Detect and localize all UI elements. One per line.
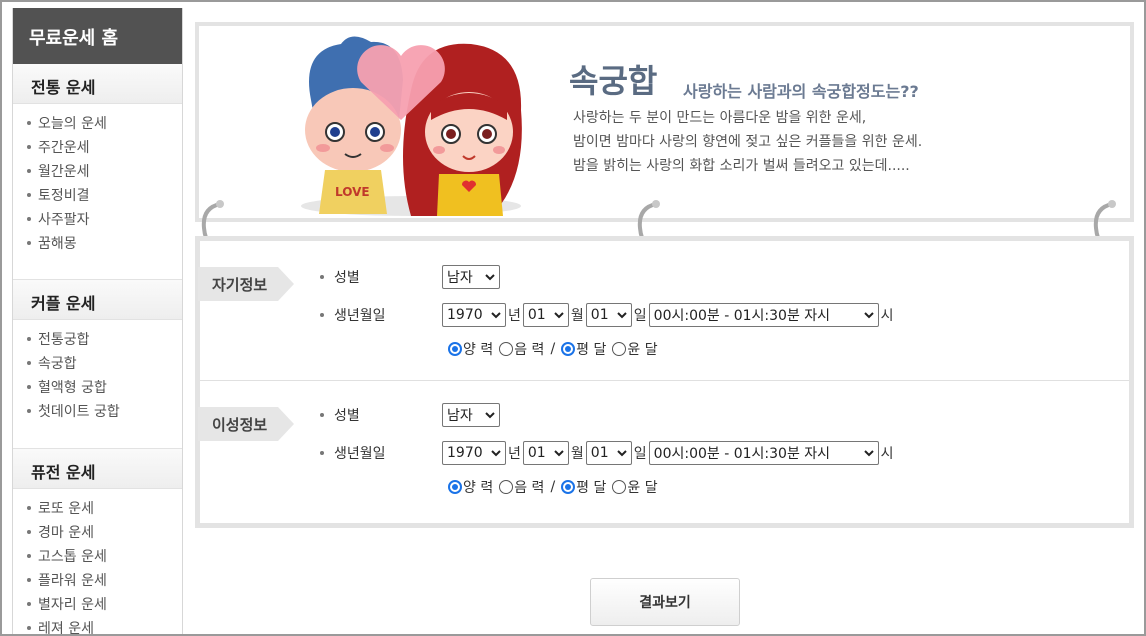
birth-label: 생년월일 [334, 446, 386, 462]
sidebar: 무료운세 홈 전통 운세 오늘의 운세 주간운세 월간운세 토정비결 사주팔자 … [12, 8, 183, 634]
partner-info-tag: 이성정보 [198, 407, 296, 441]
partner-gender-select[interactable]: 남자 [442, 403, 500, 427]
chevron-down-icon [491, 450, 501, 457]
banner-description-line: 사랑하는 두 분이 만드는 아름다운 밤을 위한 운세, [573, 110, 867, 126]
chevron-down-icon [863, 450, 874, 457]
partner-gender-row: 성별 남자 [320, 403, 500, 427]
compatibility-form: 자기정보 성별 남자 생년월일 1970 년 01 월 01 일 00시:00분… [195, 236, 1134, 528]
banner: LOVE 속궁합 사랑하는 사람과의 속궁합정도는?? 사랑하는 두 분이 만드… [195, 22, 1134, 222]
banner-description-line: 밤이면 밤마다 사랑의 향연에 젖고 싶은 커플들을 위한 운세. [573, 134, 923, 150]
category-title-traditional: 전통 운세 [13, 64, 182, 104]
partner-day-select[interactable]: 01 [585, 441, 632, 465]
self-gender-row: 성별 남자 [320, 265, 500, 289]
sidebar-item[interactable]: 속궁합 [27, 351, 182, 375]
partner-lunar-radio[interactable] [499, 480, 514, 494]
couple-mascot-illustration: LOVE [301, 36, 522, 216]
sidebar-item[interactable]: 월간운세 [27, 159, 182, 183]
self-gender-select[interactable]: 남자 [442, 265, 500, 289]
banner-title: 속궁합 [569, 62, 658, 100]
category-list-couple: 전통궁합 속궁합 혈액형 궁합 첫데이트 궁합 [13, 320, 182, 448]
sidebar-item[interactable]: 주간운세 [27, 135, 182, 159]
banner-description-line: 밤을 밝히는 사랑의 화합 소리가 벌써 들려오고 있는데..... [573, 158, 910, 174]
partner-normal-month-radio[interactable] [561, 480, 576, 494]
self-info-section: 자기정보 성별 남자 생년월일 1970 년 01 월 01 일 00시:00분… [198, 241, 1129, 381]
self-info-tag: 자기정보 [198, 267, 296, 301]
partner-solar-radio[interactable] [448, 480, 462, 494]
chevron-down-icon [617, 312, 627, 319]
chevron-down-icon [617, 450, 627, 457]
category-title-couple: 커플 운세 [13, 280, 182, 320]
partner-calendar-row: 양 력 음 력 / 평 달 윤 달 [448, 477, 664, 497]
sidebar-item[interactable]: 혈액형 궁합 [27, 375, 182, 399]
partner-leap-month-radio[interactable] [612, 480, 627, 494]
sidebar-item[interactable]: 전통궁합 [27, 327, 182, 351]
partner-birth-row: 생년월일 1970 년 01 월 01 일 00시:00분 - 01시:30분 … [320, 441, 896, 465]
sidebar-item[interactable]: 로또 운세 [27, 496, 182, 520]
sidebar-item[interactable]: 플라워 운세 [27, 568, 182, 592]
chevron-down-icon [554, 312, 564, 319]
self-solar-radio[interactable] [448, 342, 462, 356]
sidebar-item[interactable]: 고스톱 운세 [27, 544, 182, 568]
category-title-fusion: 퓨전 운세 [13, 449, 182, 489]
gender-label: 성별 [334, 408, 360, 424]
form-inner: 자기정보 성별 남자 생년월일 1970 년 01 월 01 일 00시:00분… [198, 241, 1129, 523]
sidebar-item[interactable]: 토정비결 [27, 183, 182, 207]
self-month-select[interactable]: 01 [522, 303, 569, 327]
sidebar-item[interactable]: 오늘의 운세 [27, 111, 182, 135]
love-shirt-text: LOVE [335, 185, 370, 199]
category-list-traditional: 오늘의 운세 주간운세 월간운세 토정비결 사주팔자 꿈해몽 [13, 104, 182, 279]
partner-month-select[interactable]: 01 [522, 441, 569, 465]
self-hour-select[interactable]: 00시:00분 - 01시:30분 자시 [648, 303, 879, 327]
self-year-select[interactable]: 1970 [442, 303, 506, 327]
page-frame: 무료운세 홈 전통 운세 오늘의 운세 주간운세 월간운세 토정비결 사주팔자 … [0, 0, 1146, 636]
chevron-down-icon [491, 312, 501, 319]
sidebar-item[interactable]: 별자리 운세 [27, 592, 182, 616]
banner-description: 사랑하는 두 분이 만드는 아름다운 밤을 위한 운세, 밤이면 밤마다 사랑의… [573, 106, 922, 178]
result-button[interactable]: 결과보기 [590, 578, 740, 626]
self-birth-row: 생년월일 1970 년 01 월 01 일 00시:00분 - 01시:30분 … [320, 303, 896, 327]
birth-label: 생년월일 [334, 308, 386, 324]
banner-inner: LOVE 속궁합 사랑하는 사람과의 속궁합정도는?? 사랑하는 두 분이 만드… [199, 26, 1130, 218]
sidebar-item[interactable]: 레져 운세 [27, 616, 182, 634]
self-normal-month-radio[interactable] [561, 342, 576, 356]
partner-info-section: 이성정보 성별 남자 생년월일 1970 년 01 월 01 일 00시:00분… [198, 381, 1129, 523]
chevron-down-icon [485, 412, 495, 419]
gender-label: 성별 [334, 270, 360, 286]
self-day-select[interactable]: 01 [585, 303, 632, 327]
sidebar-item[interactable]: 사주팔자 [27, 207, 182, 231]
partner-year-select[interactable]: 1970 [442, 441, 506, 465]
self-calendar-row: 양 력 음 력 / 평 달 윤 달 [448, 339, 664, 359]
chevron-down-icon [554, 450, 564, 457]
self-lunar-radio[interactable] [499, 342, 514, 356]
sidebar-item[interactable]: 꿈해몽 [27, 231, 182, 255]
chevron-down-icon [485, 274, 495, 281]
partner-hour-select[interactable]: 00시:00분 - 01시:30분 자시 [648, 441, 879, 465]
category-list-fusion: 로또 운세 경마 운세 고스톱 운세 플라워 운세 별자리 운세 레져 운세 [13, 489, 182, 634]
banner-subtitle: 사랑하는 사람과의 속궁합정도는?? [683, 82, 919, 101]
sidebar-home-link[interactable]: 무료운세 홈 [13, 8, 182, 64]
sidebar-item[interactable]: 경마 운세 [27, 520, 182, 544]
self-leap-month-radio[interactable] [612, 342, 627, 356]
chevron-down-icon [863, 312, 874, 319]
sidebar-item[interactable]: 첫데이트 궁합 [27, 399, 182, 423]
